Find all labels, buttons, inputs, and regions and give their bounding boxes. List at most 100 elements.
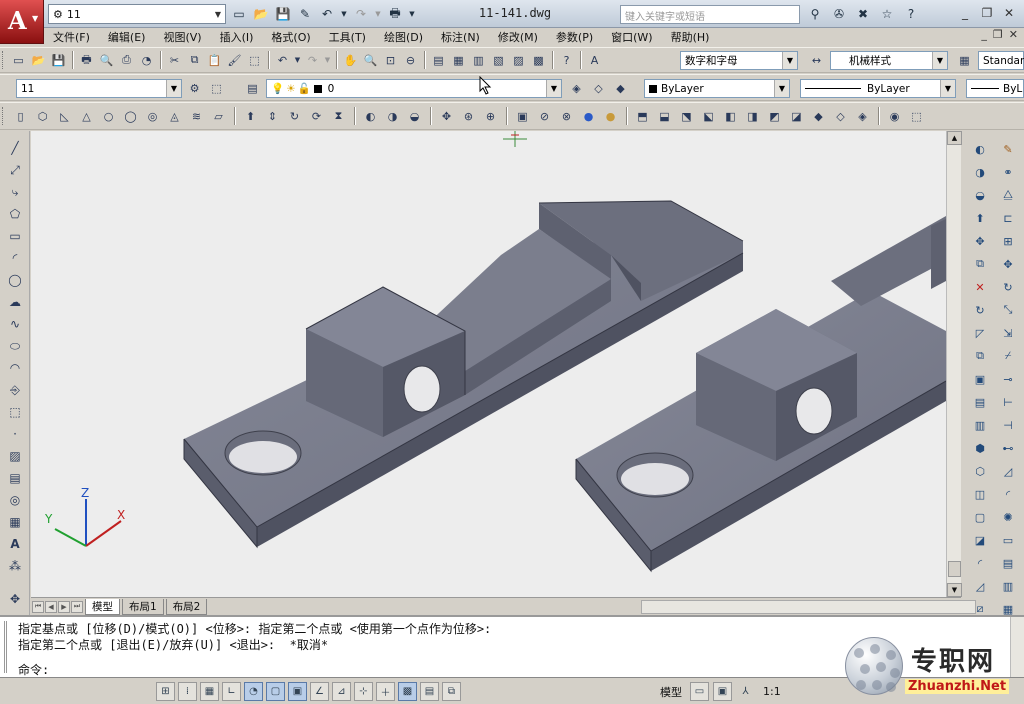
back-view-icon[interactable]: ◩ — [766, 108, 783, 125]
hidden-icon[interactable]: ⊗ — [558, 108, 575, 125]
doc-close-icon[interactable]: ✕ — [1009, 28, 1018, 41]
copy-icon[interactable]: ⧉ — [186, 52, 203, 69]
menu-edit[interactable]: 编辑(E) — [99, 29, 155, 45]
quick-properties-icon[interactable]: ▤ — [420, 682, 439, 701]
layer-properties-icon[interactable]: ▤ — [244, 80, 261, 97]
scroll-down-icon[interactable]: ▼ — [947, 583, 962, 597]
presspull-icon[interactable]: ⇕ — [264, 108, 281, 125]
ortho-mode-icon[interactable]: ∟ — [222, 682, 241, 701]
rotate-icon[interactable]: ↻ — [998, 277, 1018, 297]
design-center-icon[interactable]: ▦ — [450, 52, 467, 69]
menu-window[interactable]: 窗口(W) — [602, 29, 661, 45]
copy-edges-icon[interactable]: ▤ — [970, 392, 990, 412]
undo-icon[interactable]: ↶ — [274, 52, 291, 69]
subtract-icon[interactable]: ◑ — [384, 108, 401, 125]
extrude-icon[interactable]: ⬆ — [242, 108, 259, 125]
object-snap-icon[interactable]: ▢ — [266, 682, 285, 701]
menu-modify[interactable]: 修改(M) — [489, 29, 547, 45]
rotate-faces-icon[interactable]: ↻ — [970, 300, 990, 320]
paste-icon[interactable]: 📋 — [206, 52, 223, 69]
block-editor-icon[interactable]: ⬚ — [246, 52, 263, 69]
color-edges-icon[interactable]: ▥ — [970, 415, 990, 435]
favorites-star-icon[interactable]: ☆ — [878, 5, 896, 23]
command-window-grip[interactable] — [4, 621, 14, 673]
workspace-settings-icon[interactable]: ⚙ — [186, 80, 203, 97]
layer-previous-icon[interactable]: ◇ — [590, 80, 607, 97]
spline-icon[interactable]: ∿ — [4, 314, 26, 334]
help-icon[interactable]: ? — [558, 52, 575, 69]
zoom-window-icon[interactable]: ⊡ — [382, 52, 399, 69]
chamfer-edge-icon[interactable]: ◿ — [970, 576, 990, 596]
ellipse-arc-icon[interactable]: ◠ — [4, 358, 26, 378]
subtract-icon[interactable]: ◑ — [970, 162, 990, 182]
extrude-faces-icon[interactable]: ⬆ — [970, 208, 990, 228]
annotation-scale-value[interactable]: 1:1 — [759, 685, 785, 698]
quick-view-drawings-icon[interactable]: ▣ — [713, 682, 732, 701]
polysolid-icon[interactable]: ▯ — [12, 108, 29, 125]
redo-dropdown-icon[interactable]: ▼ — [324, 52, 331, 69]
intersect-icon[interactable]: ◒ — [406, 108, 423, 125]
copy-object-icon[interactable]: ⚭ — [998, 162, 1018, 182]
infer-constraints-icon[interactable]: ⊞ — [156, 682, 175, 701]
save-icon[interactable]: 💾 — [50, 52, 67, 69]
polyline-icon[interactable]: ⤷ — [4, 182, 26, 202]
left-view-icon[interactable]: ⬕ — [700, 108, 717, 125]
arc-icon[interactable]: ◜ — [4, 248, 26, 268]
quick-view-layouts-icon[interactable]: ▭ — [690, 682, 709, 701]
menu-dimension[interactable]: 标注(N) — [432, 29, 489, 45]
move-icon[interactable]: ✥ — [998, 254, 1018, 274]
markup-icon[interactable]: ▨ — [510, 52, 527, 69]
bottom-view-icon[interactable]: ⬔ — [678, 108, 695, 125]
menu-tools[interactable]: 工具(T) — [320, 29, 375, 45]
wedge-icon[interactable]: ◺ — [56, 108, 73, 125]
explode-icon[interactable]: ✺ — [998, 507, 1018, 527]
table-icon[interactable]: ▦ — [4, 512, 26, 532]
rectangle-icon[interactable]: ▭ — [4, 226, 26, 246]
toolbar-grip[interactable] — [2, 107, 5, 125]
imprint-icon[interactable]: ⬢ — [970, 438, 990, 458]
ellipse-icon[interactable]: ⬭ — [4, 336, 26, 356]
last-tab-icon[interactable]: ⏭ — [71, 600, 83, 613]
allow-ucs-icon[interactable]: ⊿ — [332, 682, 351, 701]
ne-iso-icon[interactable]: ◇ — [832, 108, 849, 125]
views-icon[interactable]: ⬒ — [634, 108, 651, 125]
intersect-icon[interactable]: ◒ — [970, 185, 990, 205]
pan-hand-icon[interactable]: ✋ — [342, 52, 359, 69]
layer-states-icon[interactable]: ◆ — [612, 80, 629, 97]
open-folder-icon[interactable]: 📂 — [252, 5, 270, 23]
make-current-layer-icon[interactable]: ◈ — [568, 80, 585, 97]
menu-help[interactable]: 帮助(H) — [662, 29, 719, 45]
redo-dropdown-icon[interactable]: ▼ — [374, 5, 382, 23]
match-properties-icon[interactable]: 🖌 — [226, 52, 243, 69]
break-at-point-icon[interactable]: ⊢ — [998, 392, 1018, 412]
open-icon[interactable]: 📂 — [30, 52, 47, 69]
loft-icon[interactable]: ⧗ — [330, 108, 347, 125]
selection-cycling-icon[interactable]: ⧉ — [442, 682, 461, 701]
toolbar-grip[interactable] — [2, 51, 5, 69]
model-space-label[interactable]: 模型 — [656, 684, 686, 700]
conceptual-icon[interactable]: ● — [602, 108, 619, 125]
fillet-icon[interactable]: ◜ — [998, 484, 1018, 504]
check-icon[interactable]: ◪ — [970, 530, 990, 550]
properties-icon[interactable]: ▤ — [430, 52, 447, 69]
color-faces-icon[interactable]: ▣ — [970, 369, 990, 389]
table-style-combo[interactable]: Standar — [978, 51, 1024, 70]
sphere-icon[interactable]: ○ — [100, 108, 117, 125]
3d-align-icon[interactable]: ⊕ — [482, 108, 499, 125]
pyramid-icon[interactable]: ◬ — [166, 108, 183, 125]
new-icon[interactable]: ▭ — [10, 52, 27, 69]
restore-icon[interactable]: ❐ — [978, 4, 996, 22]
mirror-icon[interactable]: ⧋ — [998, 185, 1018, 205]
sweep-icon[interactable]: ↻ — [286, 108, 303, 125]
visual-style-icon[interactable]: ▣ — [514, 108, 531, 125]
shell-icon[interactable]: ▢ — [970, 507, 990, 527]
transparency-icon[interactable]: ▩ — [398, 682, 417, 701]
trim-icon[interactable]: ⌿ — [998, 346, 1018, 366]
revision-cloud-icon[interactable]: ☁ — [4, 292, 26, 312]
doc-restore-icon[interactable]: ❐ — [993, 28, 1003, 41]
3d-rotate-icon[interactable]: ⊛ — [460, 108, 477, 125]
binoculars-icon[interactable]: ⚲ — [806, 5, 824, 23]
dynamic-input-icon[interactable]: ⊹ — [354, 682, 373, 701]
realistic-icon[interactable]: ● — [580, 108, 597, 125]
nw-iso-icon[interactable]: ◈ — [854, 108, 871, 125]
